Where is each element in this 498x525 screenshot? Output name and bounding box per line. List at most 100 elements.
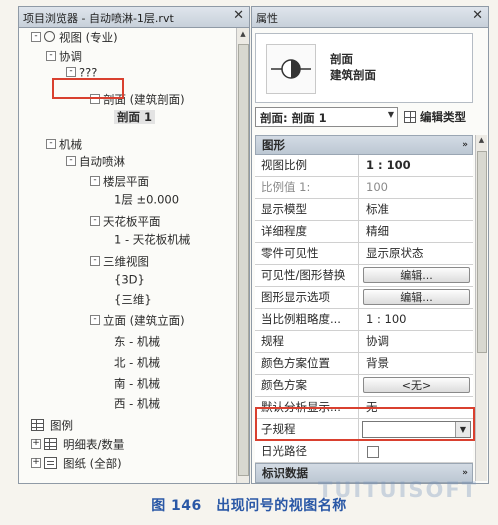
tree-node-label: 视图 (专业): [59, 30, 118, 45]
project-browser-titlebar: 项目浏览器 - 自动喷淋-1层.rvt ✕: [19, 7, 249, 28]
tree-node-label: 南 - 机械: [114, 376, 160, 391]
tree-node-schedules[interactable]: + 明细表/数量: [31, 435, 124, 453]
project-browser-title: 项目浏览器 - 自动喷淋-1层.rvt: [23, 12, 174, 25]
tree-node-north[interactable]: 北 - 机械: [114, 353, 160, 371]
property-name: 日光路径: [255, 441, 359, 462]
property-row: 图形显示选项 编辑...: [255, 287, 473, 309]
property-edit-button[interactable]: 编辑...: [363, 289, 470, 305]
tree-node-label: 图纸 (全部): [63, 456, 122, 471]
tree-node-three-d[interactable]: - 三维视图: [90, 252, 149, 270]
collapse-icon[interactable]: -: [66, 155, 76, 166]
highlight-box-unknown-view: [52, 78, 124, 99]
collapse-icon[interactable]: -: [46, 50, 56, 61]
collapse-icon[interactable]: -: [46, 138, 56, 149]
collapse-icon[interactable]: -: [90, 314, 100, 325]
edit-type-button[interactable]: 编辑类型: [404, 109, 466, 125]
tree-node-label: 图例: [50, 418, 73, 433]
tree-node-label: 1层 ±0.000: [114, 192, 180, 207]
collapse-icon[interactable]: -: [31, 31, 41, 42]
scroll-thumb[interactable]: [477, 151, 487, 353]
tree-node-label: 明细表/数量: [63, 437, 125, 452]
tree-node-3d-b[interactable]: {三维}: [114, 290, 152, 308]
scroll-thumb[interactable]: [238, 44, 249, 476]
collapse-icon[interactable]: -: [90, 175, 100, 186]
tree-node-label: 楼层平面: [103, 174, 149, 189]
tree-node-label: 三维视图: [103, 254, 149, 269]
close-icon[interactable]: ✕: [233, 8, 244, 23]
property-name: 颜色方案位置: [255, 353, 359, 374]
tree-node-mech[interactable]: - 机械: [46, 135, 82, 153]
tree-node-label: 东 - 机械: [114, 334, 160, 349]
tree-node-ceiling-plan[interactable]: - 天花板平面: [90, 212, 161, 230]
property-value[interactable]: 显示原状态: [360, 243, 473, 264]
section-type-icon: [266, 44, 316, 94]
sun-path-checkbox[interactable]: [367, 446, 379, 458]
close-icon[interactable]: ✕: [472, 8, 483, 23]
scroll-up-icon[interactable]: ▲: [476, 135, 487, 146]
property-name: 比例值 1:: [255, 177, 359, 198]
tree-node-sheets[interactable]: + 图纸 (全部): [31, 454, 122, 472]
scroll-up-icon[interactable]: ▲: [237, 28, 249, 40]
property-value[interactable]: 精细: [360, 221, 473, 242]
tree-node-elev[interactable]: - 立面 (建筑立面): [90, 311, 185, 329]
project-browser-scrollbar[interactable]: ▲: [236, 28, 249, 483]
property-value[interactable]: 1 : 100: [360, 155, 473, 176]
property-row: 详细程度 精细: [255, 221, 473, 243]
property-value[interactable]: 100: [360, 177, 473, 198]
expand-icon[interactable]: +: [31, 457, 41, 468]
collapse-icon[interactable]: -: [90, 255, 100, 266]
tree-node-3d-a[interactable]: {3D}: [114, 270, 145, 288]
tree-node-views-pro[interactable]: - 视图 (专业): [31, 28, 118, 46]
property-edit-button[interactable]: 编辑...: [363, 267, 470, 283]
property-row: 显示模型 标准: [255, 199, 473, 221]
tree-node-ceiling-1[interactable]: 1 - 天花板机械: [114, 230, 190, 248]
tree-node-east[interactable]: 东 - 机械: [114, 332, 160, 350]
property-row: 日光路径: [255, 441, 473, 463]
instance-type-selector[interactable]: 剖面: 剖面 1 ▼: [255, 107, 398, 127]
property-name: 可见性/图形替换: [255, 265, 359, 286]
tree-node-legend[interactable]: 图例: [31, 416, 73, 434]
collapse-icon[interactable]: -: [66, 66, 76, 77]
tree-node-floor-1[interactable]: 1层 ±0.000: [114, 190, 179, 208]
tree-node-west[interactable]: 西 - 机械: [114, 394, 160, 412]
properties-scrollbar[interactable]: ▲: [475, 135, 487, 481]
tree-node-label: 协调: [59, 49, 82, 64]
tree-node-label: 机械: [59, 137, 82, 152]
view-icon: [44, 31, 55, 42]
tree-node-label: {3D}: [114, 272, 145, 287]
properties-title: 属性: [256, 12, 278, 25]
property-value[interactable]: 1 : 100: [360, 309, 473, 330]
property-row: 可见性/图形替换 编辑...: [255, 265, 473, 287]
property-category-name: 标识数据: [262, 466, 308, 480]
sheet-icon: [44, 456, 57, 469]
tree-node-sprinkler[interactable]: - 自动喷淋: [66, 152, 125, 170]
edit-type-icon: [404, 110, 416, 123]
property-name: 图形显示选项: [255, 287, 359, 308]
property-category[interactable]: 图形 »: [255, 135, 473, 155]
property-value[interactable]: 背景: [360, 353, 473, 374]
tree-node-label: 北 - 机械: [114, 355, 160, 370]
property-edit-button[interactable]: <无>: [363, 377, 470, 393]
property-row: 规程 协调: [255, 331, 473, 353]
tree-node-south[interactable]: 南 - 机械: [114, 374, 160, 392]
type-name: 建筑剖面: [330, 68, 376, 82]
property-row: 颜色方案 <无>: [255, 375, 473, 397]
schedule-icon: [31, 418, 44, 431]
figure-caption: 图 146 出现问号的视图名称: [151, 498, 347, 514]
property-value[interactable]: 标准: [360, 199, 473, 220]
property-value[interactable]: 协调: [360, 331, 473, 352]
tree-node-label: 剖面 1: [114, 109, 156, 124]
tree-node-label: 西 - 机械: [114, 396, 160, 411]
property-row: 零件可见性 显示原状态: [255, 243, 473, 265]
collapse-icon[interactable]: -: [90, 215, 100, 226]
edit-type-label: 编辑类型: [420, 110, 466, 124]
tree-node-label: 立面 (建筑立面): [103, 313, 185, 328]
schedule-icon: [44, 437, 57, 450]
property-row: 当比例粗略度... 1 : 100: [255, 309, 473, 331]
property-row: 视图比例 1 : 100: [255, 155, 473, 177]
collapse-icon[interactable]: »: [462, 136, 468, 154]
properties-panel: 属性 ✕ 剖面 建筑剖面 剖面: 剖面 1 ▼ 编辑类型 图形» 视图比例 1 : …: [251, 6, 489, 484]
tree-node-section-1[interactable]: 剖面 1: [114, 107, 156, 125]
tree-node-floor-plan[interactable]: - 楼层平面: [90, 172, 149, 190]
expand-icon[interactable]: +: [31, 438, 41, 449]
